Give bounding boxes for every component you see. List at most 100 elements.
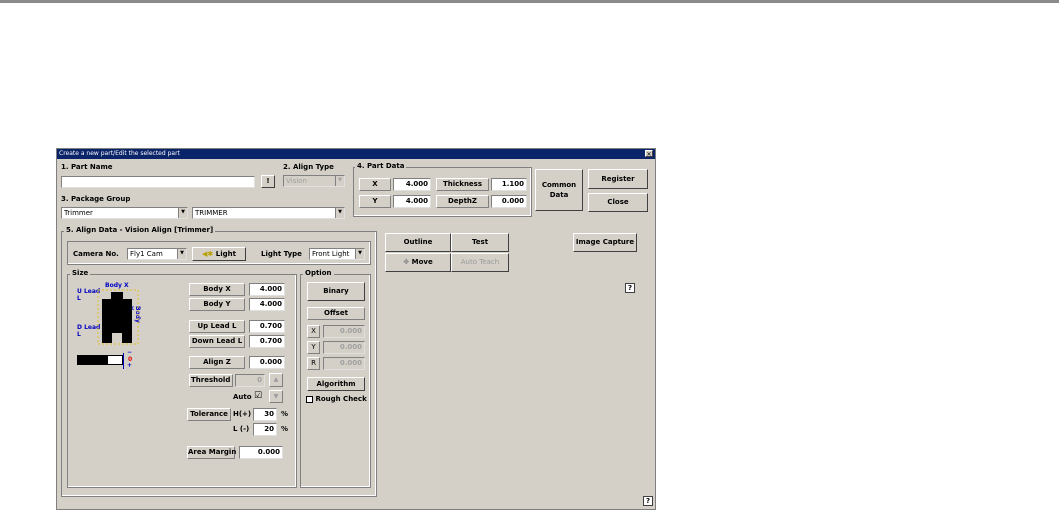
light-button-label: Light — [215, 250, 236, 258]
camera-select[interactable]: Fly1 Cam ▼ — [127, 248, 187, 260]
align-data-title: 5. Align Data - Vision Align [Trimmer] — [64, 226, 216, 234]
area-margin-input[interactable]: 0.000 — [239, 446, 283, 459]
body-y-label: Body Y — [189, 298, 245, 311]
align-z-input[interactable]: 0.000 — [249, 356, 285, 369]
light-type-select[interactable]: Front Light ▼ — [309, 248, 365, 260]
body-x-label: Body X — [189, 283, 245, 296]
package-shape-graphic — [97, 289, 139, 345]
h-plus-label: H(+) — [233, 410, 252, 418]
chevron-down-icon[interactable]: ▼ — [178, 208, 187, 218]
offset-r-input: 0.000 — [323, 357, 365, 370]
align-type-label: 2. Align Type — [283, 163, 334, 171]
light-type-value: Front Light — [312, 250, 350, 258]
scale-minus: − — [127, 349, 133, 356]
diagram-u-lead-l-label: L — [77, 295, 81, 302]
package-group-value: Trimmer — [64, 209, 93, 217]
binary-button[interactable]: Binary — [307, 282, 365, 301]
l-percent: % — [281, 425, 289, 433]
offset-x-input: 0.000 — [323, 325, 365, 338]
l-minus-label: L (-) — [233, 425, 250, 433]
chevron-down-icon[interactable]: ▼ — [335, 208, 344, 218]
move-button-label: Move — [411, 258, 433, 266]
depthz-label: DepthZ — [436, 195, 489, 208]
diagram-d-lead-l-label: L — [77, 331, 81, 338]
package-group-select[interactable]: Trimmer ▼ — [61, 207, 188, 219]
test-button[interactable]: Test — [451, 233, 509, 252]
size-title: Size — [70, 269, 91, 277]
move-arrows-icon: ✥ — [403, 258, 410, 266]
area-margin-label: Area Margin — [187, 446, 236, 459]
offset-y-label: Y — [307, 341, 320, 354]
offset-label: Offset — [307, 307, 365, 320]
offset-y-input: 0.000 — [323, 341, 365, 354]
part-y-label: Y — [359, 195, 391, 208]
dialog-title: Create a new part/Edit the selected part — [59, 150, 180, 157]
help-icon[interactable]: ? — [625, 283, 635, 293]
light-button[interactable]: ◀✱ Light — [192, 247, 246, 261]
scale-indicator: − 0 + — [123, 349, 135, 370]
body-x-input[interactable]: 4.000 — [249, 283, 285, 296]
part-data-group — [353, 167, 532, 217]
option-title: Option — [303, 269, 334, 277]
chevron-down-icon[interactable]: ▼ — [355, 249, 364, 259]
package-name-select[interactable]: TRIMMER ▼ — [192, 207, 345, 219]
tolerance-label: Tolerance — [187, 408, 231, 421]
scale-bar — [77, 355, 123, 365]
register-button[interactable]: Register — [588, 169, 648, 189]
part-x-input[interactable]: 4.000 — [393, 178, 431, 191]
close-icon[interactable]: ✕ — [645, 150, 653, 158]
up-lead-input[interactable]: 0.700 — [249, 320, 285, 333]
body-y-input[interactable]: 4.000 — [249, 298, 285, 311]
diagram-body-x-label: Body X — [105, 282, 129, 289]
threshold-down-icon: ▼ — [269, 390, 283, 403]
image-capture-button[interactable]: Image Capture — [573, 233, 637, 252]
threshold-label: Threshold — [189, 374, 233, 387]
threshold-input: 0 — [235, 374, 265, 387]
light-type-label: Light Type — [261, 250, 302, 258]
light-bulb-icon: ◀✱ — [202, 250, 214, 258]
auto-label: Auto — [233, 393, 252, 401]
thickness-label: Thickness — [436, 178, 489, 191]
close-button[interactable]: Close — [588, 193, 648, 212]
top-border-line — [0, 0, 1059, 3]
outline-button[interactable]: Outline — [385, 233, 451, 252]
rough-check-label: Rough Check — [315, 395, 367, 403]
part-name-input[interactable] — [61, 176, 255, 188]
part-editor-dialog: Create a new part/Edit the selected part… — [56, 148, 656, 510]
auto-teach-button: Auto Teach — [451, 253, 509, 272]
align-z-label: Align Z — [189, 356, 245, 369]
part-name-label: 1. Part Name — [61, 163, 113, 171]
package-group-label: 3. Package Group — [61, 195, 131, 203]
chevron-down-icon: ▼ — [335, 176, 344, 186]
part-x-label: X — [359, 178, 391, 191]
offset-r-label: R — [307, 357, 320, 370]
h-percent: % — [281, 410, 289, 418]
package-diagram: Body X U Lead L D Lead L Body Y − 0 + — [75, 282, 157, 370]
camera-value: Fly1 Cam — [130, 250, 163, 258]
rough-check-checkbox[interactable] — [306, 395, 313, 403]
dialog-titlebar: Create a new part/Edit the selected part… — [57, 149, 655, 159]
auto-checkbox[interactable]: ☑ — [254, 392, 262, 401]
chevron-down-icon[interactable]: ▼ — [177, 249, 186, 259]
down-lead-input[interactable]: 0.700 — [249, 335, 285, 348]
depthz-input[interactable]: 0.000 — [491, 195, 527, 208]
rough-check-option[interactable]: Rough Check — [306, 395, 367, 403]
down-lead-label: Down Lead L — [189, 335, 245, 348]
common-data-button[interactable]: Common Data — [535, 169, 583, 211]
up-lead-label: Up Lead L — [189, 320, 245, 333]
thickness-input[interactable]: 1.100 — [491, 178, 527, 191]
help-icon-bottom[interactable]: ? — [643, 496, 653, 506]
part-data-label: 4. Part Data — [355, 162, 407, 170]
algorithm-button[interactable]: Algorithm — [307, 377, 365, 391]
l-minus-input[interactable]: 20 — [253, 423, 277, 436]
package-name-value: TRIMMER — [195, 209, 228, 217]
part-y-input[interactable]: 4.000 — [393, 195, 431, 208]
h-plus-input[interactable]: 30 — [253, 408, 277, 421]
threshold-up-icon: ▲ — [269, 373, 283, 387]
move-button[interactable]: ✥ Move — [385, 253, 451, 272]
align-type-select: Vision ▼ — [283, 175, 345, 187]
part-name-action-button[interactable]: ! — [261, 175, 275, 188]
offset-x-label: X — [307, 325, 320, 338]
align-type-value: Vision — [286, 177, 307, 185]
scale-plus: + — [127, 362, 133, 369]
